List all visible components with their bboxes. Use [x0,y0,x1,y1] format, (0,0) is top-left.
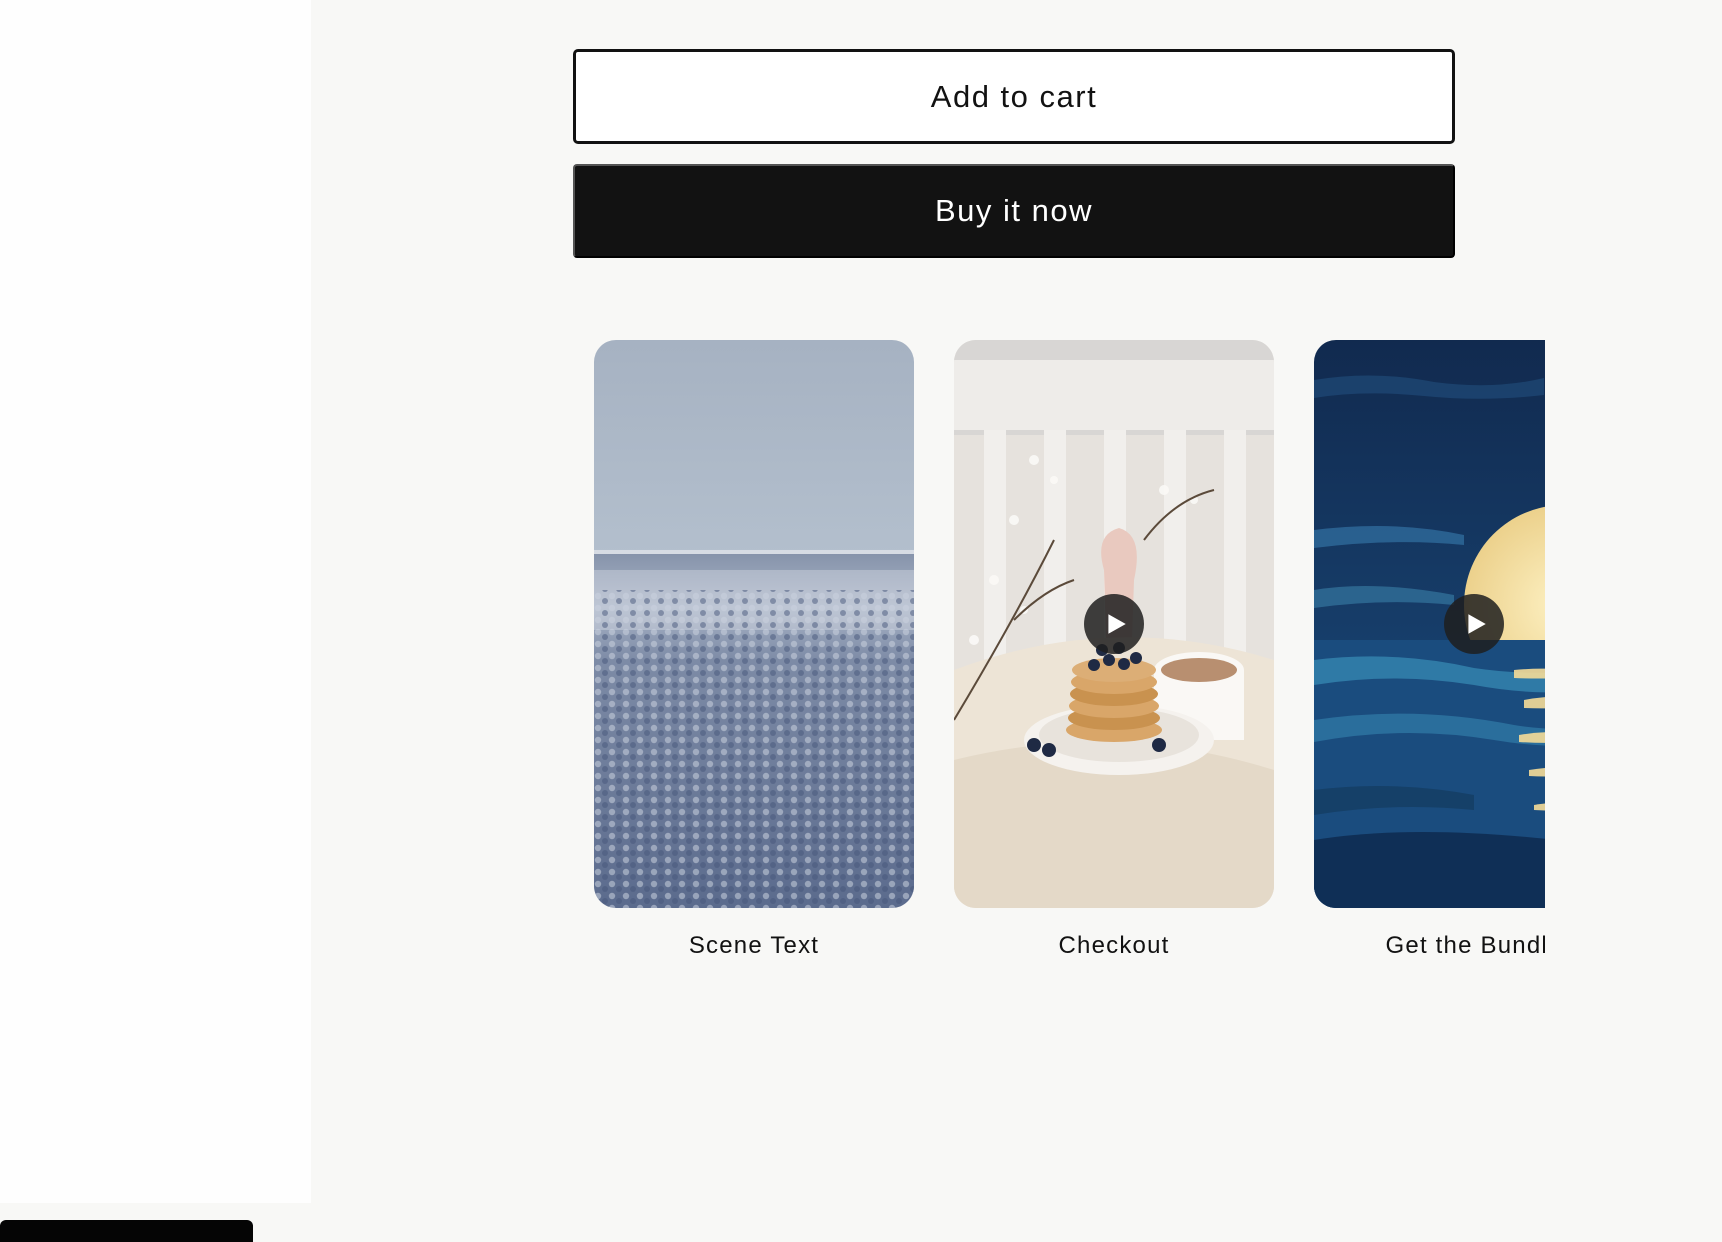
video-thumbnail[interactable] [1314,340,1545,908]
video-caption: Get the Bundle [1385,932,1545,959]
snowy-forest-image [594,340,914,908]
video-carousel[interactable]: Scene Text Checkout Get the Bundle [594,340,1545,970]
buy-now-button[interactable]: Buy it now [573,164,1455,258]
video-thumbnail[interactable] [954,340,1274,908]
play-button[interactable] [1084,594,1144,654]
play-icon [1468,614,1486,634]
moon-ocean-image [1314,340,1545,908]
video-card[interactable]: Checkout [954,340,1274,960]
play-icon [1108,614,1126,634]
video-caption: Scene Text [688,932,820,959]
add-to-cart-button[interactable]: Add to cart [573,49,1455,144]
bottom-bar[interactable] [0,1220,253,1242]
video-caption: Checkout [1058,932,1170,959]
video-thumbnail[interactable] [594,340,914,908]
play-button[interactable] [1444,594,1504,654]
video-card[interactable]: Scene Text [594,340,914,960]
video-card[interactable]: Get the Bundle [1314,340,1545,960]
left-panel [0,0,311,1203]
